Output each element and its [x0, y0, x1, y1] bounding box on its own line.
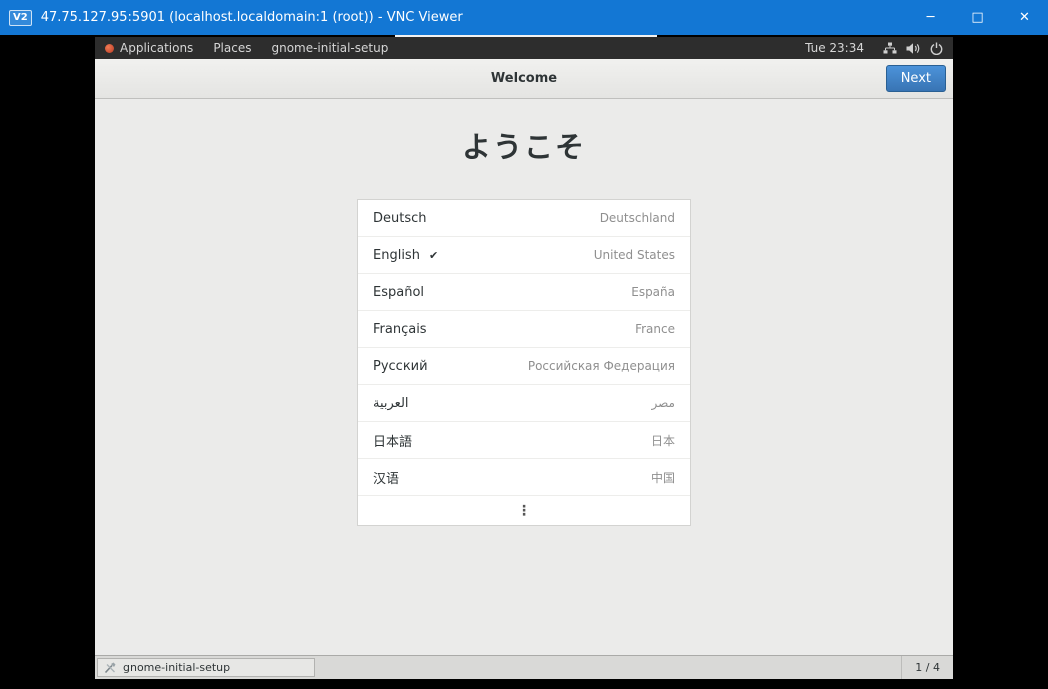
language-row[interactable]: Français ✔ France	[358, 311, 690, 348]
close-button[interactable]: ✕	[1001, 0, 1048, 35]
task-label: gnome-initial-setup	[123, 661, 230, 674]
window-controls: ─ □ ✕	[907, 0, 1048, 35]
language-region: United States	[594, 248, 675, 262]
language-name: Русский	[373, 359, 428, 374]
workspace-pager[interactable]: 1 / 4	[901, 656, 953, 679]
app-menu[interactable]: gnome-initial-setup	[271, 41, 388, 55]
vnc-logo-icon: V2	[9, 10, 32, 26]
language-row[interactable]: 日本語 ✔ 日本	[358, 422, 690, 459]
applications-menu[interactable]: Applications	[105, 41, 193, 55]
language-row[interactable]: العربية ✔ مصر	[358, 385, 690, 422]
maximize-button[interactable]: □	[954, 0, 1001, 35]
language-name: Deutsch	[373, 211, 427, 226]
language-row[interactable]: Español ✔ España	[358, 274, 690, 311]
page-title: Welcome	[491, 71, 557, 86]
clock[interactable]: Tue 23:34	[805, 41, 864, 55]
minimize-button[interactable]: ─	[907, 0, 954, 35]
task-icon	[104, 662, 117, 674]
setup-header-bar: Welcome Next	[95, 59, 953, 99]
language-row[interactable]: Русский ✔ Российская Федерация	[358, 348, 690, 385]
language-list: Deutsch ✔ Deutschland English ✔ United S…	[357, 199, 691, 526]
language-name: 汉语	[373, 468, 399, 487]
power-icon[interactable]	[930, 42, 943, 55]
selected-check-icon: ✔	[429, 249, 438, 262]
vnc-titlebar[interactable]: V2 47.75.127.95:5901 (localhost.localdom…	[0, 0, 1048, 35]
language-row[interactable]: Deutsch ✔ Deutschland	[358, 200, 690, 237]
language-name: Français	[373, 322, 427, 337]
language-region: 中国	[651, 469, 675, 486]
language-name: Español	[373, 285, 424, 300]
applications-menu-icon	[105, 44, 114, 53]
network-icon[interactable]	[883, 42, 897, 55]
language-name: English	[373, 248, 420, 263]
setup-content: ようこそ Deutsch ✔ Deutschland English ✔ Uni…	[95, 100, 953, 655]
remote-desktop: Applications Places gnome-initial-setup …	[95, 37, 953, 679]
welcome-greeting: ようこそ	[95, 124, 953, 166]
places-menu-label: Places	[213, 41, 251, 55]
topbar-status-area: Tue 23:34	[805, 41, 943, 55]
applications-menu-label: Applications	[120, 41, 193, 55]
topbar-menus: Applications Places gnome-initial-setup	[105, 41, 388, 55]
vnc-viewer-window: V2 47.75.127.95:5901 (localhost.localdom…	[0, 0, 1048, 689]
language-name: 日本語	[373, 431, 412, 450]
language-region: España	[631, 285, 675, 299]
language-row[interactable]: English ✔ United States	[358, 237, 690, 274]
window-title: 47.75.127.95:5901 (localhost.localdomain…	[41, 10, 463, 25]
app-menu-label: gnome-initial-setup	[271, 41, 388, 55]
taskbar-task-button[interactable]: gnome-initial-setup	[97, 658, 315, 677]
gnome-taskbar: gnome-initial-setup 1 / 4	[95, 655, 953, 679]
vnc-viewport: Applications Places gnome-initial-setup …	[0, 35, 1048, 689]
gnome-top-bar: Applications Places gnome-initial-setup …	[95, 37, 953, 59]
volume-icon[interactable]	[906, 42, 921, 55]
language-region: Deutschland	[600, 211, 675, 225]
next-button[interactable]: Next	[886, 65, 946, 92]
more-languages-icon: ⋮	[517, 503, 531, 519]
language-region: France	[635, 322, 675, 336]
language-region: مصر	[652, 396, 675, 410]
language-row[interactable]: 汉语 ✔ 中国	[358, 459, 690, 496]
language-name: العربية	[373, 396, 409, 411]
places-menu[interactable]: Places	[213, 41, 251, 55]
language-more-row[interactable]: ⋮	[358, 496, 690, 525]
language-region: 日本	[651, 432, 675, 449]
language-region: Российская Федерация	[528, 359, 675, 373]
